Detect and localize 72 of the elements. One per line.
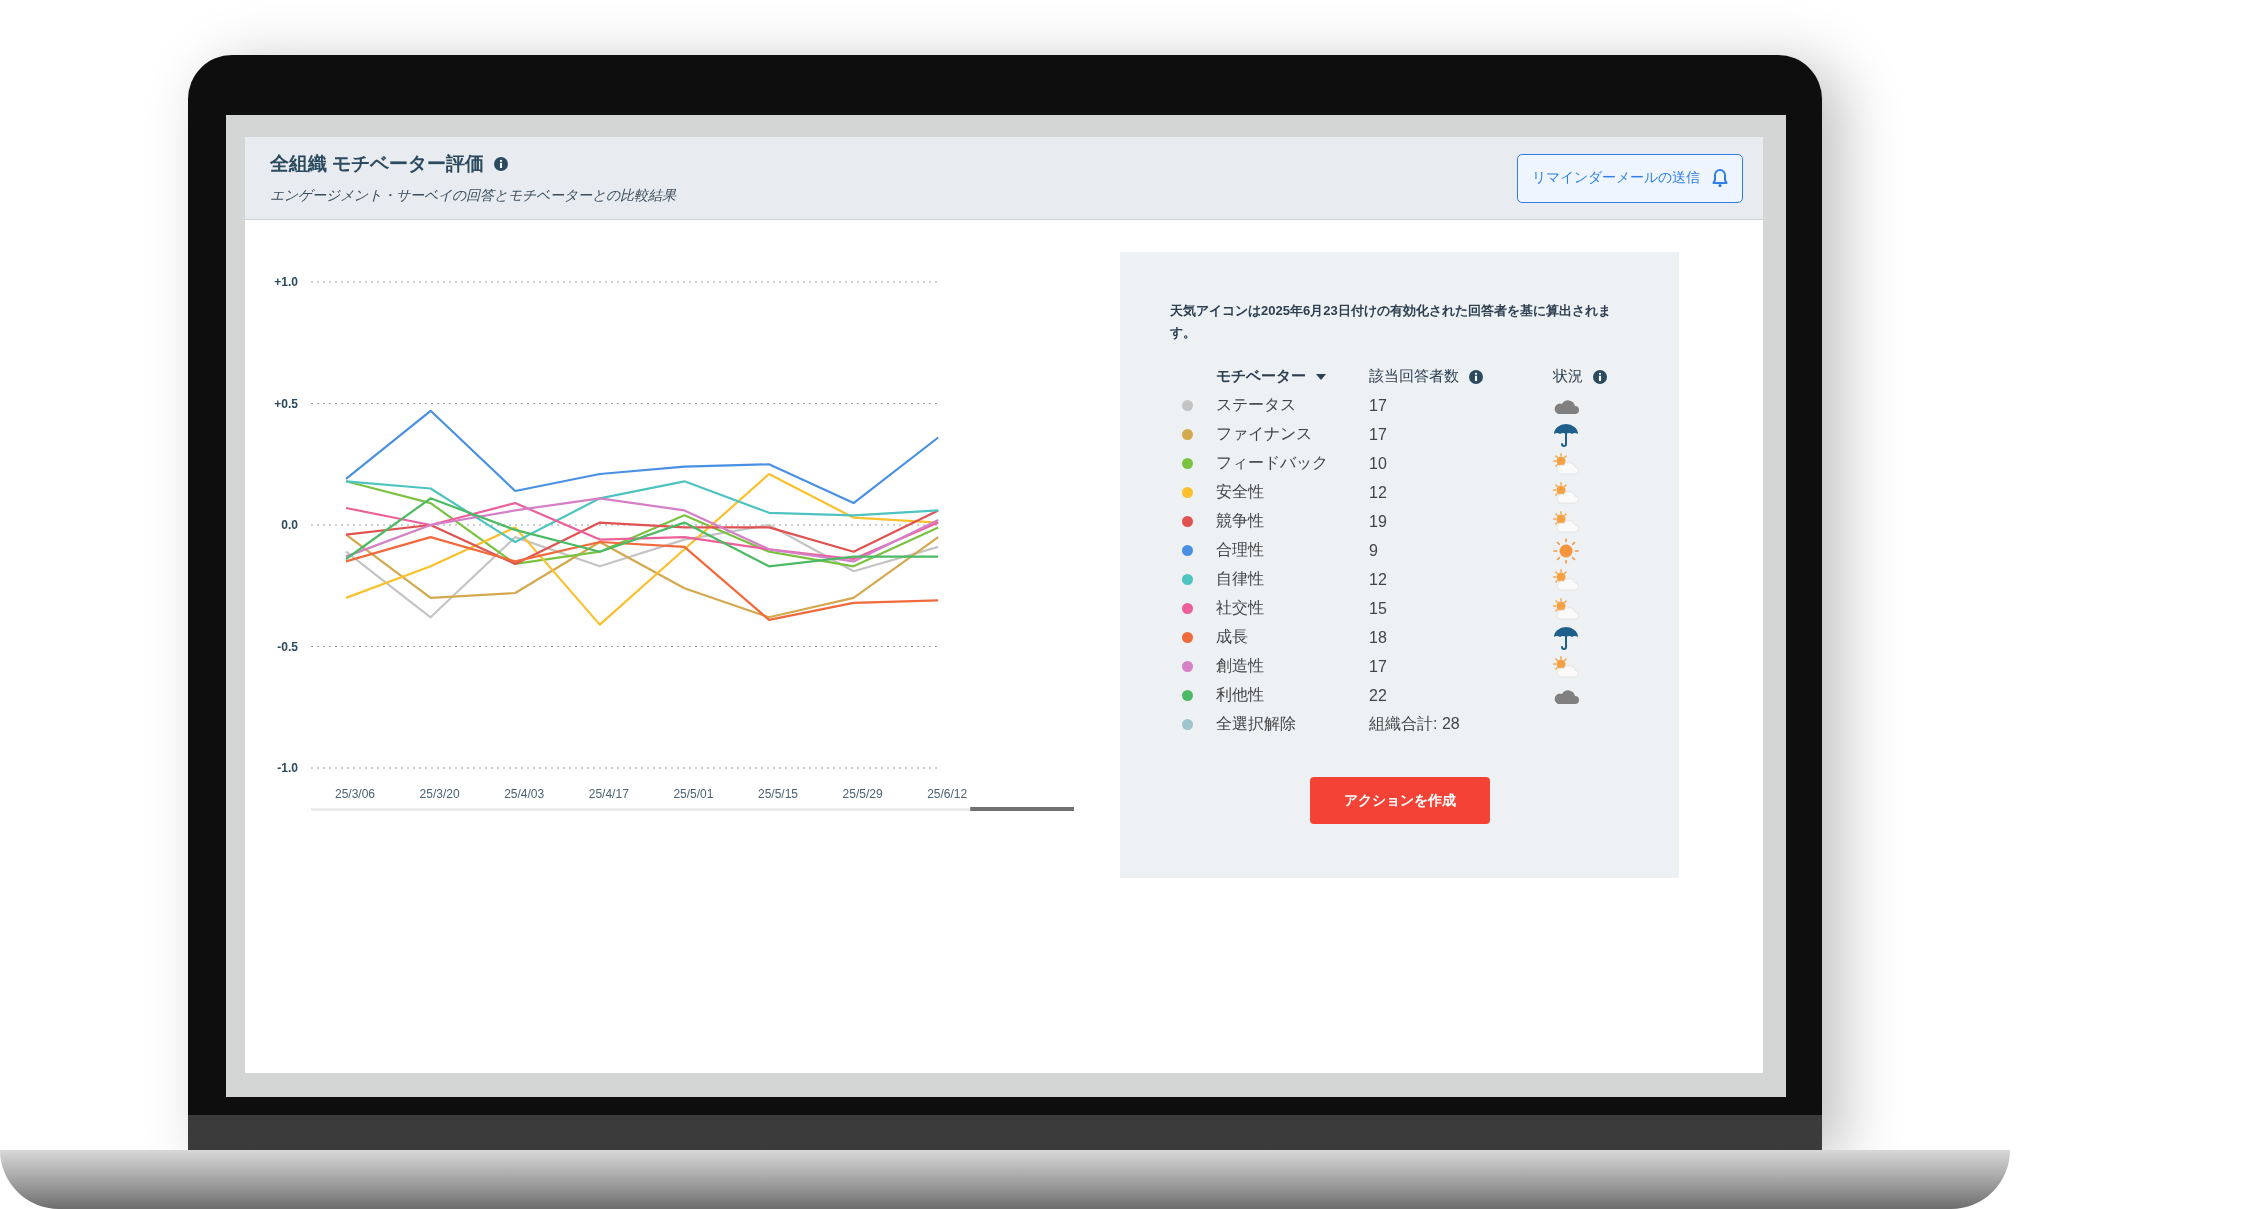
status-dot[interactable] [1182,603,1193,614]
motivator-name[interactable]: フィードバック [1216,453,1369,474]
x-axis-label: 25/5/01 [673,787,714,801]
reminder-button[interactable]: リマインダーメールの送信 [1517,153,1743,203]
x-axis-label: 25/4/03 [504,787,545,801]
partly-sunny-icon [1553,452,1579,475]
respondent-count: 12 [1369,483,1388,502]
caret-icon [1316,373,1326,380]
respondent-count: 9 [1369,541,1379,560]
motivator-name[interactable]: 自律性 [1216,569,1369,590]
status-dot[interactable] [1182,690,1193,701]
motivator-name[interactable]: 成長 [1216,627,1369,648]
respondent-count: 10 [1369,454,1388,473]
y-axis-label: +0.5 [274,396,298,411]
page-subtitle: エンゲージメント・サーベイの回答とモチベーターとの比較結果 [270,187,676,205]
x-axis-label: 25/5/29 [842,787,883,801]
create-action-button[interactable]: アクションを作成 [1309,777,1490,824]
x-axis-label: 25/3/06 [335,787,375,801]
status-dot[interactable] [1182,661,1193,672]
x-axis-label: 25/5/15 [758,787,798,801]
sun-icon [1553,537,1579,564]
bell-icon [1712,168,1728,188]
sort-header[interactable]: モチベーター [1216,367,1369,386]
respondent-count: 17 [1369,396,1388,415]
info-icon[interactable] [1593,369,1607,384]
note-text: 天気アイコンは2025年6月23日付けの有効化された回答者を基に算出されます。 [1170,302,1612,342]
status-dot[interactable] [1182,574,1193,585]
partly-sunny-icon [1553,655,1579,678]
scrollbar-thumb[interactable] [970,807,1074,811]
status-dot[interactable] [1182,458,1193,469]
motivator-name[interactable]: ファイナンス [1216,424,1369,445]
y-axis-label: -1.0 [277,761,298,775]
status-dot[interactable] [1182,545,1193,556]
status-dot[interactable] [1182,487,1193,498]
y-axis-label: -0.5 [277,639,298,654]
motivator-name[interactable]: 合理性 [1216,540,1369,561]
respondent-count: 22 [1369,686,1388,705]
partly-sunny-icon [1553,510,1579,533]
y-axis-label: 0.0 [281,518,298,532]
x-axis-label: 25/3/20 [419,787,460,801]
respondent-count: 19 [1369,512,1388,531]
motivator-name[interactable]: 創造性 [1216,656,1369,677]
status-dot[interactable] [1182,719,1193,730]
info-icon[interactable] [1469,369,1483,384]
respondent-count: 18 [1369,628,1388,647]
respondent-count: 17 [1369,425,1388,444]
respondent-count: 12 [1369,570,1388,589]
motivator-name[interactable]: 競争性 [1216,511,1369,532]
deselect-all-link[interactable]: 全選択解除 [1216,714,1369,735]
motivator-name[interactable]: ステータス [1216,395,1369,416]
umbrella-icon [1553,421,1579,448]
motivator-name[interactable]: 安全性 [1216,482,1369,503]
respondent-count: 17 [1369,657,1388,676]
status-dot[interactable] [1182,400,1193,411]
motivator-name[interactable]: 利他性 [1216,685,1369,706]
umbrella-icon [1553,624,1579,651]
status-dot[interactable] [1182,429,1193,440]
x-axis-label: 25/6/12 [927,787,968,801]
column-header: 状況 [1553,367,1583,386]
organization-total: 組織合計: 28 [1369,714,1461,734]
status-dot[interactable] [1182,516,1193,527]
motivator-name[interactable]: 社交性 [1216,598,1369,619]
status-dot[interactable] [1182,632,1193,643]
x-axis-label: 25/4/17 [588,787,629,801]
partly-sunny-icon [1553,568,1579,591]
page-title: 全組織 モチベーター評価 [270,152,485,176]
respondent-count: 15 [1369,599,1388,618]
info-icon[interactable] [494,157,509,171]
partly-sunny-icon [1553,597,1579,620]
partly-sunny-icon [1553,481,1579,504]
y-axis-label: +1.0 [274,275,298,289]
column-header: 該当回答者数 [1369,367,1459,386]
